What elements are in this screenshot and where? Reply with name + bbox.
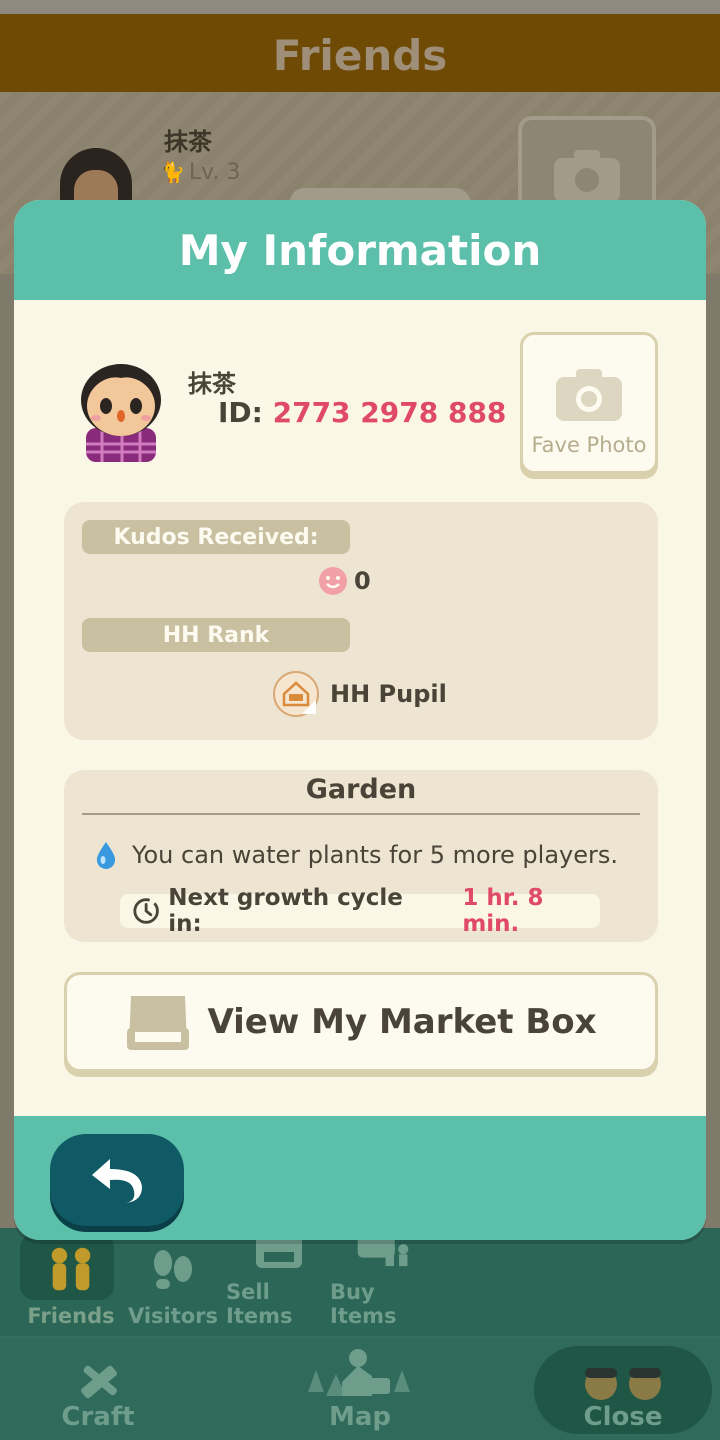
smiley-icon	[319, 567, 347, 595]
my-information-dialog: My Information 抹茶 ID: 2773 2978 888 Fave…	[14, 200, 706, 1240]
growth-timer-value: 1 hr. 8 min.	[462, 885, 544, 937]
back-button[interactable]	[50, 1134, 184, 1226]
fave-photo-button[interactable]: Fave Photo	[520, 332, 658, 474]
nav-craft[interactable]: Craft	[56, 1338, 140, 1440]
avatar	[72, 352, 172, 462]
garden-watering-info: You can water plants for 5 more players.	[94, 840, 618, 870]
camera-icon	[556, 369, 622, 421]
nav-map[interactable]: Map	[296, 1338, 424, 1440]
tab-sell-items[interactable]: Sell Items	[226, 1226, 332, 1334]
back-arrow-icon	[92, 1159, 142, 1203]
tab-sell-items-label: Sell Items	[226, 1280, 293, 1328]
friends-title: Friends	[272, 30, 448, 80]
water-drop-icon	[96, 842, 116, 869]
hh-rank-value: HH Pupil	[330, 680, 447, 708]
player-id-label: ID:	[218, 396, 263, 429]
stats-panel: Kudos Received: 0 HH Rank HH Pupil	[64, 502, 658, 740]
market-box-icon	[127, 996, 190, 1050]
friends-header: Friends	[0, 0, 720, 92]
garden-title: Garden	[305, 774, 417, 805]
view-market-box-label: View My Market Box	[207, 1002, 597, 1042]
villagers-icon	[585, 1368, 661, 1400]
friend-level: 🐈 Lv. 3	[160, 160, 240, 185]
tab-friends[interactable]: Friends	[18, 1234, 124, 1334]
garden-water-text: You can water plants for 5 more players.	[132, 841, 619, 869]
nav-close-label: Close	[583, 1402, 663, 1432]
cat-icon: 🐈	[160, 160, 185, 184]
nav-map-label: Map	[328, 1402, 392, 1432]
dialog-header: My Information	[14, 200, 706, 300]
growth-timer: Next growth cycle in: 1 hr. 8 min.	[120, 885, 600, 937]
player-name: 抹茶	[188, 370, 236, 398]
tab-visitors[interactable]: Visitors	[120, 1234, 226, 1334]
kudos-count: 0	[318, 566, 371, 596]
kudos-value: 0	[354, 567, 371, 595]
fave-photo-label: Fave Photo	[531, 433, 647, 457]
dialog-footer	[14, 1116, 706, 1240]
player-id-value: 2773 2978 888	[272, 396, 507, 429]
view-market-box-button[interactable]: View My Market Box	[64, 972, 658, 1072]
rank-label: HH Rank	[82, 618, 350, 652]
tab-buy-items[interactable]: Buy Items	[330, 1228, 436, 1334]
camera-icon	[554, 150, 620, 202]
bottom-nav: Craft Map Close	[0, 1336, 720, 1440]
friend-level-text: Lv. 3	[188, 160, 241, 185]
garden-panel: Garden You can water plants for 5 more p…	[64, 770, 658, 942]
tab-buy-items-label: Buy Items	[330, 1280, 397, 1328]
tab-friends-label: Friends	[27, 1304, 115, 1328]
player-id: ID: 2773 2978 888	[218, 396, 506, 429]
hh-rank: HH Pupil	[272, 670, 447, 718]
tab-bar: Friends Visitors Sell Items Buy Items	[0, 1226, 720, 1336]
nav-craft-label: Craft	[61, 1402, 135, 1432]
dialog-title: My Information	[178, 225, 542, 275]
map-icon	[308, 1349, 410, 1396]
friend-avatar	[60, 148, 132, 208]
footprints-icon	[146, 1244, 200, 1294]
craft-icon	[81, 1365, 117, 1399]
growth-timer-label: Next growth cycle in:	[168, 885, 403, 937]
nav-close[interactable]: Close	[534, 1346, 712, 1434]
garden-divider	[82, 813, 640, 815]
hh-rank-badge-icon	[273, 671, 319, 717]
clock-icon	[133, 898, 159, 924]
friends-icon	[44, 1244, 98, 1294]
friend-name: 抹茶	[164, 128, 212, 156]
kudos-label: Kudos Received:	[82, 520, 350, 554]
tab-visitors-label: Visitors	[127, 1304, 219, 1328]
